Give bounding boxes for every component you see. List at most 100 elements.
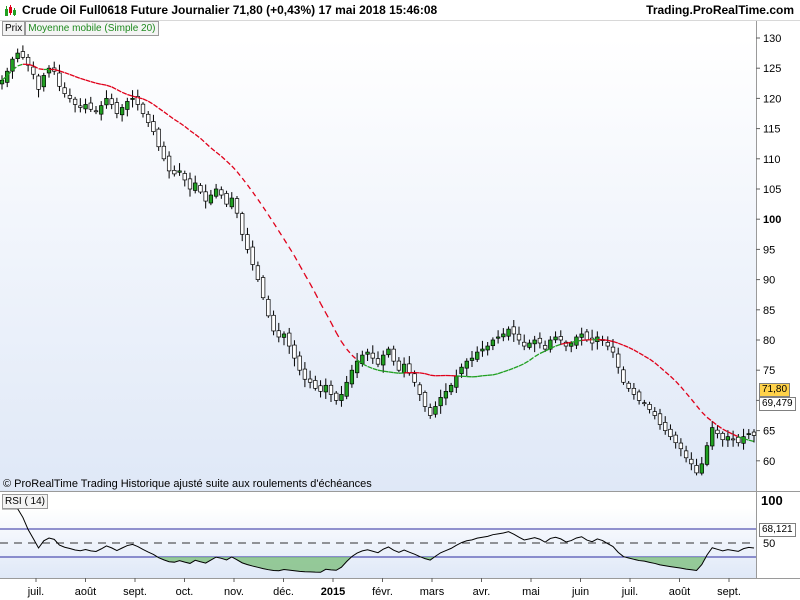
candle-up: [459, 366, 464, 375]
candle-up: [527, 342, 532, 348]
candle-up: [99, 105, 104, 115]
candle-down: [412, 373, 417, 383]
candle-up: [480, 348, 485, 352]
candle-down: [417, 384, 422, 395]
x-tick-label: août: [669, 586, 690, 598]
candle-down: [642, 402, 647, 405]
price-tick-label: 85: [763, 305, 775, 317]
title-bar: Crude Oil Full0618 Future Journalier 71,…: [0, 0, 800, 21]
ma-segment: [38, 68, 44, 71]
candle-up: [339, 394, 344, 401]
candle-down: [234, 198, 240, 214]
candle-up: [448, 384, 454, 393]
candle-up: [125, 101, 130, 110]
candle-down: [240, 213, 245, 235]
candle-down: [652, 411, 657, 416]
candle-up: [704, 445, 710, 465]
candle-down: [422, 392, 428, 407]
candle-down: [370, 352, 375, 359]
candle-down: [375, 358, 381, 365]
x-tick-label: mai: [522, 586, 540, 598]
candle-up: [746, 433, 751, 435]
ma-segment: [576, 339, 582, 342]
candle-down: [391, 348, 396, 362]
candle-down: [673, 434, 678, 444]
candle-down: [605, 342, 610, 347]
candle-up: [454, 375, 459, 388]
candle-down: [407, 363, 412, 374]
x-tick-label: août: [75, 586, 96, 598]
candle-down: [203, 191, 208, 202]
candle-down: [736, 436, 741, 444]
candle-up: [506, 328, 511, 337]
candle-down: [610, 346, 616, 353]
ma-segment: [383, 370, 389, 373]
candle-down: [621, 369, 626, 383]
x-tick-label: juil.: [27, 586, 45, 598]
rsi-tick-label: 100: [761, 493, 783, 508]
rsi-value-tag: 68,121: [759, 523, 796, 538]
price-tick-label: 65: [763, 426, 775, 438]
candle-down: [678, 442, 684, 450]
candle-down: [198, 185, 203, 193]
candle-down: [307, 378, 313, 383]
candle-up: [501, 333, 506, 338]
rsi-legend-label[interactable]: RSI ( 14): [2, 494, 49, 509]
candle-down: [219, 189, 224, 196]
chart-canvas[interactable]: 1301251201151101051009590858075706560 10…: [0, 0, 800, 600]
candle-down: [31, 66, 36, 75]
candle-down: [161, 145, 167, 160]
ma-segment: [101, 83, 107, 86]
x-tick-label: sept.: [123, 586, 147, 598]
candle-down: [428, 407, 433, 416]
site-name[interactable]: Trading.ProRealTime.com: [646, 3, 794, 17]
x-tick-label: sept.: [717, 586, 741, 598]
candle-down: [297, 355, 302, 371]
price-tick-label: 95: [763, 244, 775, 256]
candle-down: [647, 403, 652, 410]
candle-down: [589, 337, 595, 344]
candle-up: [119, 107, 125, 116]
candle-down: [250, 246, 255, 265]
candle-down: [318, 385, 323, 392]
candle-down: [245, 234, 250, 250]
x-tick-label: juin: [571, 586, 589, 598]
candle-up: [495, 336, 501, 339]
candle-up: [725, 436, 731, 441]
candle-up: [386, 348, 391, 356]
price-tick-label: 125: [763, 63, 781, 75]
candle-down: [93, 110, 99, 113]
candle-down: [166, 155, 172, 172]
chart-title: Crude Oil Full0618 Future Journalier 71,…: [22, 3, 438, 17]
candle-up: [710, 427, 715, 447]
price-tick-label: 130: [763, 33, 781, 45]
candle-up: [344, 381, 349, 397]
candle-down: [626, 382, 631, 389]
price-panel[interactable]: [0, 38, 756, 491]
price-tick-label: 80: [763, 335, 775, 347]
candle-down: [328, 384, 334, 395]
price-tick-label: 90: [763, 275, 775, 287]
candle-up: [208, 194, 214, 204]
price-tick-label: 60: [763, 456, 775, 468]
candle-up: [0, 79, 5, 85]
candle-down: [313, 380, 318, 389]
ma-segment: [377, 369, 384, 372]
candle-up: [229, 197, 234, 208]
candle-down: [715, 429, 720, 434]
candle-down: [522, 341, 527, 347]
candle-down: [36, 75, 41, 90]
price-legend[interactable]: Prix Moyenne mobile (Simple 20): [2, 21, 159, 36]
candle-down: [631, 387, 637, 395]
ma-segment: [388, 371, 394, 374]
x-tick-label: mars: [420, 586, 445, 598]
candle-down: [140, 103, 146, 114]
x-tick-label: avr.: [473, 586, 491, 598]
candle-down: [172, 170, 177, 175]
candle-down: [302, 368, 308, 380]
price-tick-label: 100: [763, 214, 781, 226]
rsi-axis: 100 50: [761, 493, 783, 550]
candle-up: [532, 339, 537, 345]
candle-up: [699, 463, 704, 474]
candle-down: [146, 113, 151, 123]
